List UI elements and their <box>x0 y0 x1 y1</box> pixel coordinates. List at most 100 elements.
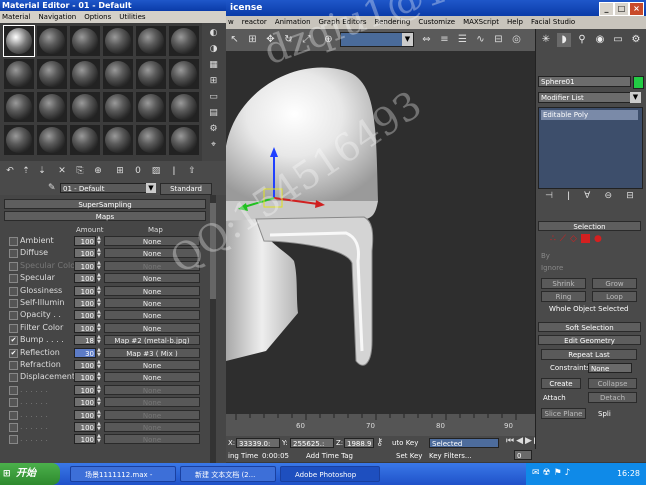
map-amount-field[interactable]: 100 <box>74 384 96 395</box>
make-preview-icon[interactable]: ▤ <box>207 107 220 120</box>
material-slot[interactable] <box>37 92 67 122</box>
maximize-button[interactable]: □ <box>614 2 629 16</box>
map-amount-field[interactable]: 100 <box>74 310 96 321</box>
add-time-tag-button[interactable]: Add Time Tag <box>306 451 353 461</box>
put-to-scene-icon[interactable]: ⇡ <box>20 165 32 177</box>
material-slot[interactable] <box>3 25 35 57</box>
remove-modifier-icon[interactable]: ⊖ <box>604 191 612 205</box>
hierarchy-tab-icon[interactable]: ⚲ <box>575 33 589 47</box>
create-tab-icon[interactable]: ✳ <box>539 33 553 47</box>
collapse-button[interactable]: Collapse <box>588 378 637 389</box>
object-color-swatch[interactable] <box>633 76 644 89</box>
map-button[interactable]: None <box>104 409 200 420</box>
map-button[interactable]: None <box>104 236 200 246</box>
vertex-icon[interactable]: ∴ <box>550 234 556 246</box>
material-slot[interactable] <box>136 26 166 56</box>
menu-item-maxscript[interactable]: MAXScript <box>463 16 499 29</box>
amount-spinner-icon[interactable]: ▲ ▼ <box>97 397 102 407</box>
select-object-icon[interactable]: ↖ <box>228 33 241 46</box>
menu-item-rendering[interactable]: Rendering <box>375 16 411 29</box>
show-map-in-viewport-icon[interactable]: ▨ <box>150 165 162 177</box>
map-enable-checkbox[interactable] <box>9 410 18 420</box>
me-menu-navigation[interactable]: Navigation <box>38 11 76 23</box>
amount-spinner-icon[interactable]: ▲ ▼ <box>97 372 102 382</box>
select-scale-icon[interactable]: ⤢ <box>300 33 313 46</box>
object-name-field[interactable]: Sphere01 <box>538 76 631 87</box>
backlight-icon[interactable]: ◑ <box>207 43 220 56</box>
map-amount-field[interactable]: 100 <box>74 434 96 445</box>
minimize-button[interactable]: _ <box>599 2 614 16</box>
map-enable-checkbox[interactable] <box>9 361 18 370</box>
make-unique-icon[interactable]: ∀ <box>584 191 590 205</box>
perspective-viewport[interactable] <box>226 51 535 414</box>
z-coord-field[interactable]: 1988.9 <box>344 438 374 448</box>
material-slot[interactable] <box>169 59 199 89</box>
taskbar-item-photoshop[interactable]: Adobe Photoshop <box>280 466 380 482</box>
select-by-material-icon[interactable]: ⌖ <box>207 139 220 152</box>
make-copy-icon[interactable]: ⎘ <box>74 165 86 177</box>
material-slot[interactable] <box>4 59 34 89</box>
modifier-stack[interactable]: Editable Poly <box>538 107 643 189</box>
grow-button[interactable]: Grow <box>592 278 637 289</box>
map-enable-checkbox[interactable] <box>9 385 18 395</box>
map-amount-field[interactable]: 100 <box>74 360 96 370</box>
material-slot[interactable] <box>37 26 67 56</box>
map-amount-field[interactable]: 100 <box>74 236 96 246</box>
supersampling-rollout[interactable]: SuperSampling <box>4 199 206 209</box>
material-slot[interactable] <box>169 92 199 122</box>
material-slot[interactable] <box>169 26 199 56</box>
curve-editor-icon[interactable]: ∿ <box>474 33 487 46</box>
autokey-selection-dropdown[interactable]: Selected <box>429 438 499 448</box>
detach-button[interactable]: Detach <box>588 392 637 403</box>
show-end-result-icon[interactable]: ǀ <box>168 165 180 177</box>
taskbar-item-notepad[interactable]: 新建 文本文档 (2... <box>180 466 276 482</box>
material-slot[interactable] <box>103 125 133 155</box>
edge-icon[interactable]: ⟋ <box>560 234 566 246</box>
timeline[interactable]: 60 70 80 90 <box>226 414 535 436</box>
map-amount-field[interactable]: 18 <box>74 335 96 346</box>
material-slot[interactable] <box>136 59 166 89</box>
configure-modifier-icon[interactable]: ⊟ <box>626 191 634 205</box>
map-button[interactable]: None <box>104 285 200 296</box>
reset-map-icon[interactable]: ✕ <box>56 165 68 177</box>
border-icon[interactable]: ◇ <box>570 234 577 246</box>
map-button[interactable]: None <box>104 310 200 321</box>
amount-spinner-icon[interactable]: ▲ ▼ <box>97 322 102 333</box>
map-amount-field[interactable]: 100 <box>74 285 96 296</box>
map-amount-field[interactable]: 100 <box>74 260 96 271</box>
material-editor-icon[interactable]: ◎ <box>510 33 523 46</box>
amount-spinner-icon[interactable]: ▲ ▼ <box>97 347 102 358</box>
amount-spinner-icon[interactable]: ▲ ▼ <box>97 298 102 308</box>
map-button[interactable]: None <box>104 322 200 333</box>
me-menu-options[interactable]: Options <box>84 11 111 23</box>
map-button[interactable]: Map #3 ( Mix ) <box>104 347 200 358</box>
material-slot[interactable] <box>136 92 166 122</box>
amount-spinner-icon[interactable]: ▲ ▼ <box>97 384 102 395</box>
material-slot[interactable] <box>4 92 34 122</box>
selection-rollout[interactable]: Selection <box>538 221 641 231</box>
map-enable-checkbox[interactable] <box>9 323 18 333</box>
amount-spinner-icon[interactable]: ▲ ▼ <box>97 434 102 444</box>
pin-stack-icon[interactable]: ⊣ <box>545 191 553 205</box>
map-enable-checkbox[interactable] <box>9 423 18 432</box>
maps-rollout[interactable]: Maps <box>4 211 206 221</box>
material-slot[interactable] <box>4 125 34 155</box>
material-type-button[interactable]: Standard <box>160 183 212 195</box>
material-slot[interactable] <box>37 59 67 89</box>
map-amount-field[interactable]: 100 <box>74 409 96 420</box>
soft-selection-rollout[interactable]: Soft Selection <box>538 322 641 332</box>
map-enable-checkbox[interactable] <box>9 249 18 259</box>
layer-manager-icon[interactable]: ☰ <box>456 33 469 46</box>
autokey-button[interactable]: uto Key <box>392 438 418 448</box>
background-icon[interactable]: ▦ <box>207 59 220 72</box>
sample-type-icon[interactable]: ◐ <box>207 27 220 40</box>
map-amount-field[interactable]: 100 <box>74 397 96 408</box>
select-rotate-icon[interactable]: ↻ <box>282 33 295 46</box>
material-slot[interactable] <box>70 92 100 122</box>
me-menu-utilities[interactable]: Utilities <box>119 11 145 23</box>
x-coord-field[interactable]: 33339.0: <box>236 438 280 448</box>
stack-item-editable-poly[interactable]: Editable Poly <box>541 110 638 120</box>
amount-spinner-icon[interactable]: ▲ ▼ <box>97 422 102 432</box>
by-vertex-checkbox[interactable]: By <box>541 251 550 261</box>
get-material-icon[interactable]: ↶ <box>4 165 16 177</box>
